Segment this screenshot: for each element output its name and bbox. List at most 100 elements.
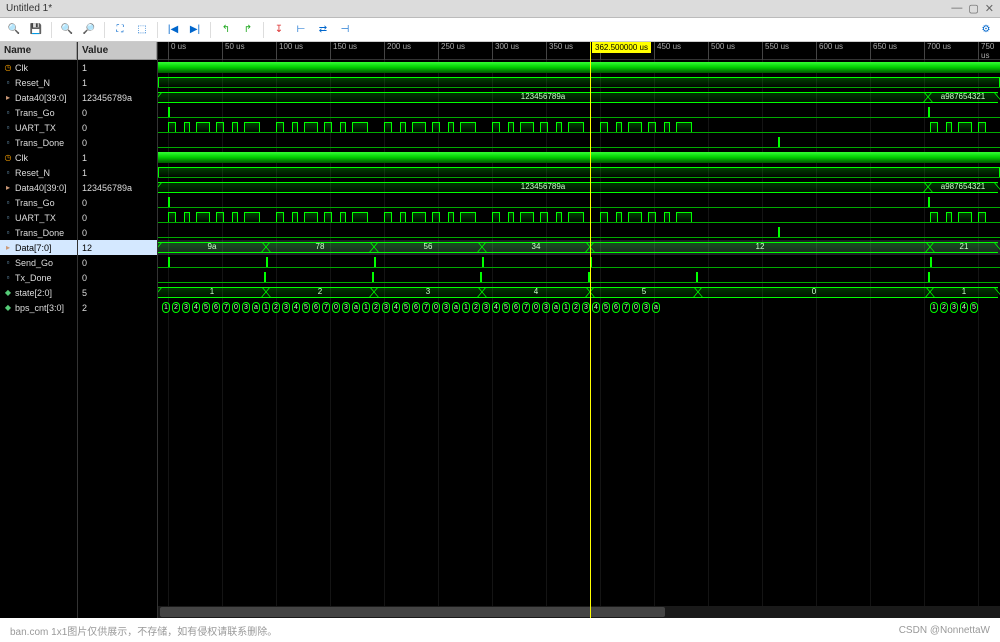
cnt-value: a bbox=[252, 302, 260, 313]
wave-row[interactable]: 9a7856341221 bbox=[158, 240, 1000, 255]
signal-value: 0 bbox=[78, 105, 157, 120]
maximize-btn[interactable]: ▢ bbox=[968, 2, 978, 15]
wave-row[interactable]: 123456789aa987654321 bbox=[158, 90, 1000, 105]
zoom-out-icon[interactable]: 🔎 bbox=[79, 20, 99, 40]
signal-name-state20[interactable]: ◆state[2:0] bbox=[0, 285, 77, 300]
wave-row[interactable] bbox=[158, 120, 1000, 135]
wave-row[interactable] bbox=[158, 105, 1000, 120]
footer: ban.com 1x1图片仅供展示，不存储，如有侵权请联系删除。 CSDN @N… bbox=[0, 618, 1000, 642]
ruler-tick: 450 us bbox=[654, 42, 681, 60]
signal-name-clk[interactable]: ◷Clk bbox=[0, 150, 77, 165]
signal-name-clk[interactable]: ◷Clk bbox=[0, 60, 77, 75]
footer-left: ban.com 1x1图片仅供展示，不存储，如有侵权请联系删除。 bbox=[10, 623, 277, 638]
wave-row[interactable]: 1234501 bbox=[158, 285, 1000, 300]
wave-row[interactable] bbox=[158, 165, 1000, 180]
names-header: Name bbox=[0, 42, 77, 60]
bus-icon: ▸ bbox=[3, 243, 13, 253]
bus-value: 2 bbox=[318, 287, 322, 296]
clk-icon: ◷ bbox=[3, 153, 13, 163]
waveform-panel[interactable]: 0 us50 us100 us150 us200 us250 us300 us3… bbox=[158, 42, 1000, 618]
signal-name-transgo[interactable]: ▫Trans_Go bbox=[0, 105, 77, 120]
go-end-icon[interactable]: ▶| bbox=[185, 20, 205, 40]
wave-row[interactable] bbox=[158, 210, 1000, 225]
h-scrollbar[interactable] bbox=[158, 606, 1000, 618]
search-icon[interactable]: 🔍 bbox=[4, 20, 24, 40]
cnt-value: 4 bbox=[592, 302, 600, 313]
bus-value: 123456789a bbox=[521, 92, 566, 101]
wave-row[interactable]: 123456789aa987654321 bbox=[158, 180, 1000, 195]
cursor-line[interactable] bbox=[590, 42, 591, 618]
cnt-value: 2 bbox=[272, 302, 280, 313]
bit-icon: ▫ bbox=[3, 108, 13, 118]
cnt-value: 0 bbox=[532, 302, 540, 313]
cnt-value: 6 bbox=[312, 302, 320, 313]
signal-value: 12 bbox=[78, 240, 157, 255]
bus-value: 12 bbox=[756, 242, 765, 251]
prev-edge-icon[interactable]: ↰ bbox=[216, 20, 236, 40]
next-marker-icon[interactable]: ⊣ bbox=[335, 20, 355, 40]
wave-row[interactable] bbox=[158, 60, 1000, 75]
main-content: Name ◷Clk▫Reset_N▸Data40[39:0]▫Trans_Go▫… bbox=[0, 42, 1000, 618]
minimize-btn[interactable]: — bbox=[951, 2, 962, 15]
signal-value: 1 bbox=[78, 150, 157, 165]
ruler-tick: 350 us bbox=[546, 42, 573, 60]
window-title: Untitled 1* bbox=[6, 3, 951, 14]
signal-name-transgo[interactable]: ▫Trans_Go bbox=[0, 195, 77, 210]
signal-value: 0 bbox=[78, 135, 157, 150]
time-ruler[interactable]: 0 us50 us100 us150 us200 us250 us300 us3… bbox=[158, 42, 1000, 60]
signal-name-data40390[interactable]: ▸Data40[39:0] bbox=[0, 90, 77, 105]
cnt-value: 2 bbox=[572, 302, 580, 313]
ruler-tick: 550 us bbox=[762, 42, 789, 60]
signal-name-uarttx[interactable]: ▫UART_TX bbox=[0, 210, 77, 225]
ruler-tick: 650 us bbox=[870, 42, 897, 60]
signal-name-sendgo[interactable]: ▫Send_Go bbox=[0, 255, 77, 270]
cnt-value: 5 bbox=[602, 302, 610, 313]
prev-marker-icon[interactable]: ⊢ bbox=[291, 20, 311, 40]
bus-value: 1 bbox=[210, 287, 214, 296]
wave-row[interactable] bbox=[158, 255, 1000, 270]
bit-icon: ▫ bbox=[3, 198, 13, 208]
ruler-tick: 250 us bbox=[438, 42, 465, 60]
signal-name-txdone[interactable]: ▫Tx_Done bbox=[0, 270, 77, 285]
cnt-value: 3 bbox=[442, 302, 450, 313]
names-panel: Name ◷Clk▫Reset_N▸Data40[39:0]▫Trans_Go▫… bbox=[0, 42, 78, 618]
cnt-value: 2 bbox=[472, 302, 480, 313]
bus-value: 21 bbox=[960, 242, 969, 251]
cnt-value: a bbox=[652, 302, 660, 313]
titlebar: Untitled 1* — ▢ ✕ bbox=[0, 0, 1000, 18]
signal-name-resetn[interactable]: ▫Reset_N bbox=[0, 75, 77, 90]
signal-value: 0 bbox=[78, 195, 157, 210]
footer-right: CSDN @NonnettaW bbox=[899, 625, 990, 636]
zoom-sel-icon[interactable]: ⬚ bbox=[132, 20, 152, 40]
wave-row[interactable]: 123456703a123456703a123456703a123456703a… bbox=[158, 300, 1000, 315]
wave-row[interactable] bbox=[158, 225, 1000, 240]
wave-row[interactable] bbox=[158, 135, 1000, 150]
cnt-value: 3 bbox=[282, 302, 290, 313]
zoom-fit-icon[interactable]: ⛶ bbox=[110, 20, 130, 40]
signal-name-transdone[interactable]: ▫Trans_Done bbox=[0, 225, 77, 240]
cnt-value: 5 bbox=[402, 302, 410, 313]
bit-icon: ▫ bbox=[3, 213, 13, 223]
signal-name-resetn[interactable]: ▫Reset_N bbox=[0, 165, 77, 180]
add-marker-icon[interactable]: ↧ bbox=[269, 20, 289, 40]
save-icon[interactable]: 💾 bbox=[26, 20, 46, 40]
signal-name-data40390[interactable]: ▸Data40[39:0] bbox=[0, 180, 77, 195]
go-start-icon[interactable]: |◀ bbox=[163, 20, 183, 40]
swap-marker-icon[interactable]: ⇄ bbox=[313, 20, 333, 40]
close-btn[interactable]: ✕ bbox=[985, 2, 994, 15]
signal-name-transdone[interactable]: ▫Trans_Done bbox=[0, 135, 77, 150]
signal-name-bpscnt30[interactable]: ◆bps_cnt[3:0] bbox=[0, 300, 77, 315]
next-edge-icon[interactable]: ↱ bbox=[238, 20, 258, 40]
zoom-in-icon[interactable]: 🔍 bbox=[57, 20, 77, 40]
wave-row[interactable] bbox=[158, 270, 1000, 285]
bus-value: 56 bbox=[424, 242, 433, 251]
wave-row[interactable] bbox=[158, 75, 1000, 90]
wave-row[interactable] bbox=[158, 195, 1000, 210]
signal-name-data70[interactable]: ▸Data[7:0] bbox=[0, 240, 77, 255]
cnt-value: 5 bbox=[302, 302, 310, 313]
cnt-value: a bbox=[552, 302, 560, 313]
cnt-value: 1 bbox=[162, 302, 170, 313]
settings-icon[interactable]: ⚙ bbox=[976, 20, 996, 40]
wave-row[interactable] bbox=[158, 150, 1000, 165]
signal-name-uarttx[interactable]: ▫UART_TX bbox=[0, 120, 77, 135]
